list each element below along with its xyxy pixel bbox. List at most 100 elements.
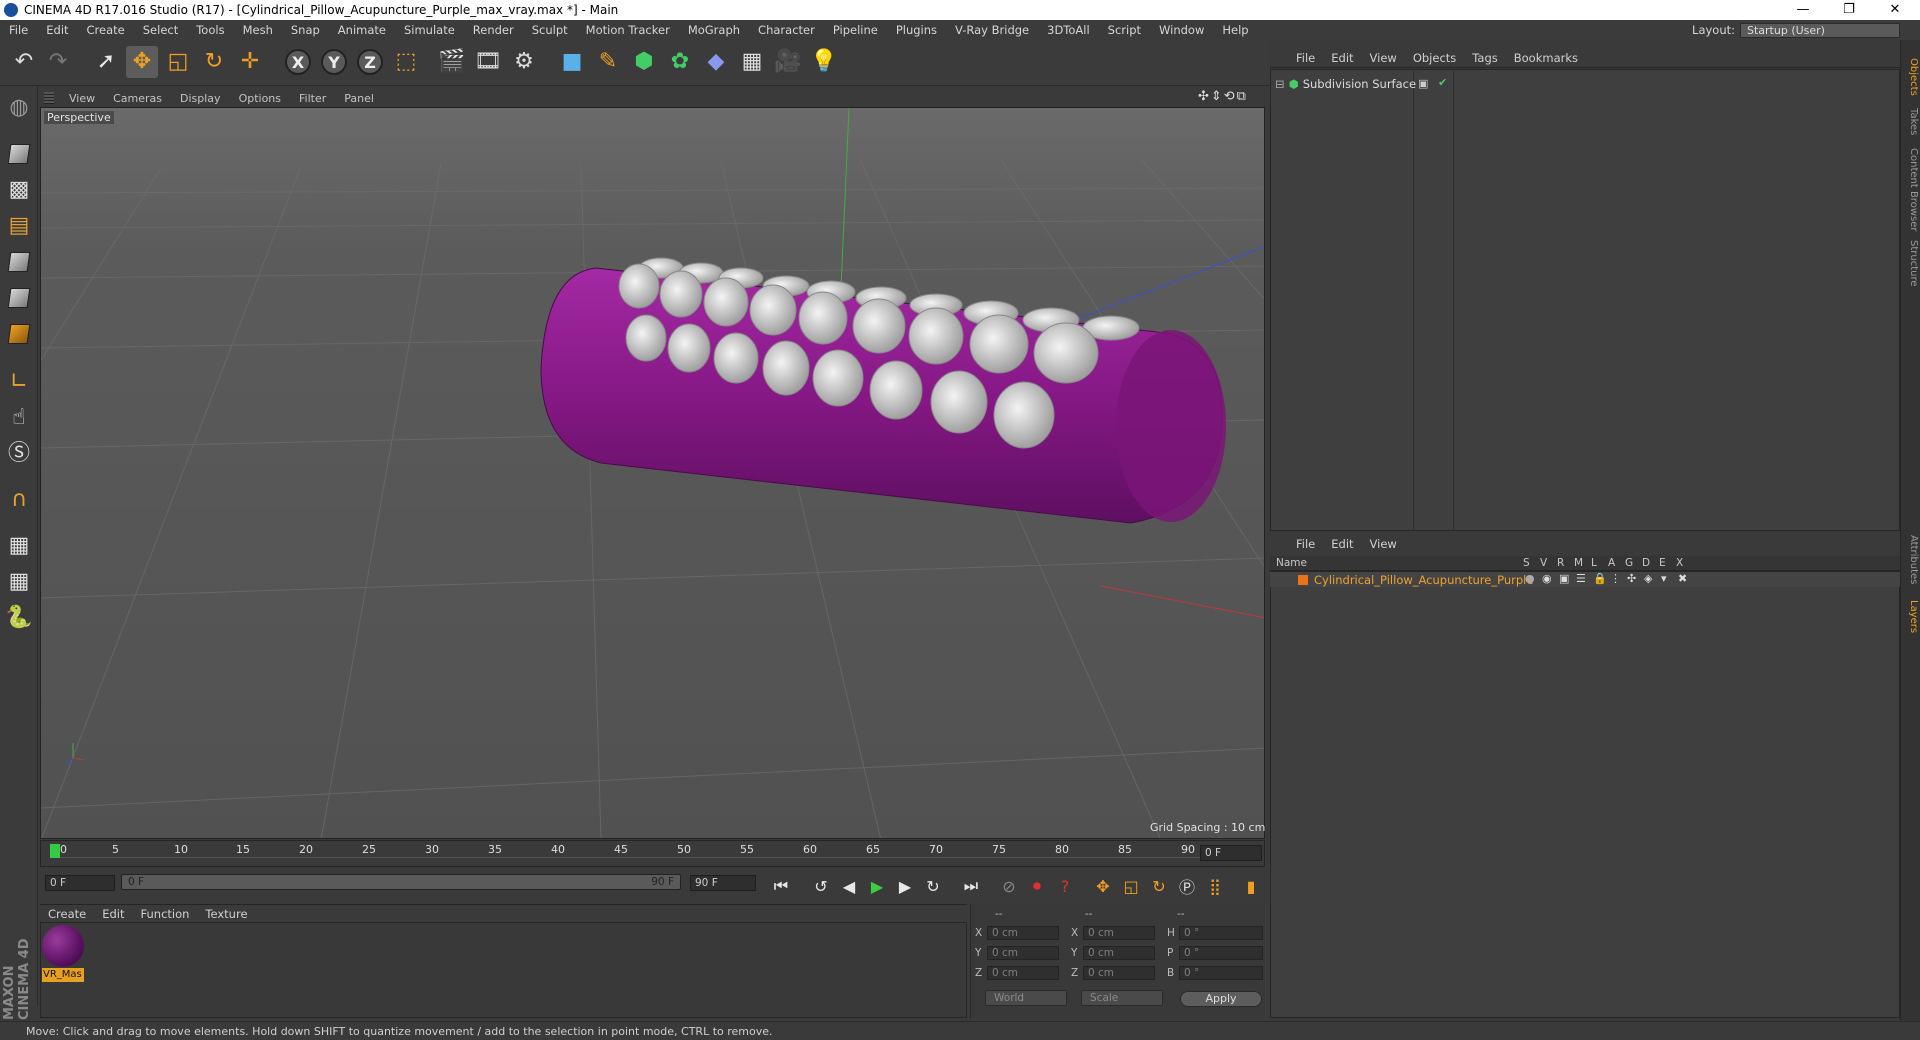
make-editable-button[interactable]: ◍ bbox=[3, 92, 35, 124]
workplane-mode-button[interactable]: ▤ bbox=[3, 210, 35, 242]
layout-select[interactable]: Startup (User) bbox=[1740, 23, 1900, 38]
menu-select[interactable]: Select bbox=[134, 23, 187, 37]
column-view[interactable]: V bbox=[1540, 557, 1547, 569]
render-picture-viewer-button[interactable]: 🎞 bbox=[472, 46, 504, 78]
render-toggle-icon[interactable]: ▣ bbox=[1559, 572, 1569, 585]
max-frame-field[interactable]: 90 F bbox=[690, 875, 756, 891]
coordinate-mode-dropdown[interactable]: Scale bbox=[1081, 990, 1163, 1006]
y-axis-lock-button[interactable]: Y bbox=[318, 46, 350, 78]
edges-mode-button[interactable] bbox=[3, 282, 35, 314]
menu-vray-bridge[interactable]: V-Ray Bridge bbox=[946, 23, 1038, 37]
objects-menu-file[interactable]: File bbox=[1270, 51, 1323, 65]
tab-structure[interactable]: Structure bbox=[1903, 240, 1919, 287]
column-solo[interactable]: S bbox=[1523, 557, 1530, 569]
add-nurbs-button[interactable]: ⬢ bbox=[628, 46, 660, 78]
go-to-start-button[interactable]: ⏮ bbox=[768, 873, 794, 899]
x-axis-lock-button[interactable]: X bbox=[282, 46, 314, 78]
minimize-button[interactable]: — bbox=[1780, 0, 1826, 20]
position-x-field[interactable]: 0 cm bbox=[987, 926, 1059, 940]
menu-help[interactable]: Help bbox=[1213, 23, 1257, 37]
model-mode-button[interactable] bbox=[3, 138, 35, 170]
enabled-check-icon[interactable]: ✔ bbox=[1438, 76, 1447, 89]
menu-character[interactable]: Character bbox=[749, 23, 824, 37]
previous-key-button[interactable]: ↺ bbox=[808, 873, 834, 899]
viewport-menu-options[interactable]: Options bbox=[230, 92, 290, 105]
menu-mograph[interactable]: MoGraph bbox=[679, 23, 749, 37]
objects-menu-bookmarks[interactable]: Bookmarks bbox=[1506, 51, 1586, 65]
tab-takes[interactable]: Takes bbox=[1903, 108, 1919, 135]
key-parameter-button[interactable]: Ⓟ bbox=[1174, 873, 1200, 899]
layers-menu-file[interactable]: File bbox=[1270, 537, 1323, 551]
rotate-tool-button[interactable]: ↻ bbox=[198, 46, 230, 78]
add-camera-button[interactable]: 🎥 bbox=[772, 46, 804, 78]
maximize-button[interactable]: ❐ bbox=[1826, 0, 1872, 20]
rotation-h-field[interactable]: 0 ° bbox=[1179, 926, 1263, 940]
rotation-b-field[interactable]: 0 ° bbox=[1179, 966, 1263, 980]
menu-motion-tracker[interactable]: Motion Tracker bbox=[577, 23, 679, 37]
size-y-field[interactable]: 0 cm bbox=[1083, 946, 1155, 960]
visibility-toggle-icon[interactable]: ▣ bbox=[1418, 77, 1428, 90]
viewport-menu-filter[interactable]: Filter bbox=[290, 92, 335, 105]
menu-simulate[interactable]: Simulate bbox=[395, 23, 464, 37]
animation-toggle-icon[interactable]: ⋮ bbox=[1610, 572, 1621, 585]
add-cube-button[interactable]: ■ bbox=[556, 46, 588, 78]
material-swatch[interactable] bbox=[42, 925, 84, 967]
layer-name[interactable]: Cylindrical_Pillow_Acupuncture_Purple bbox=[1314, 573, 1533, 587]
z-axis-lock-button[interactable]: Z bbox=[354, 46, 386, 78]
snap-button[interactable]: Ⓢ bbox=[3, 438, 35, 470]
material-menu-create[interactable]: Create bbox=[40, 907, 94, 921]
menu-sculpt[interactable]: Sculpt bbox=[523, 23, 577, 37]
key-scale-button[interactable]: ◱ bbox=[1118, 873, 1144, 899]
magnet-tool-button[interactable]: ∩ bbox=[3, 484, 35, 516]
add-light-button[interactable]: 💡 bbox=[808, 46, 840, 78]
position-y-field[interactable]: 0 cm bbox=[987, 946, 1059, 960]
menu-file[interactable]: File bbox=[0, 23, 37, 37]
current-frame-field[interactable]: 0 F bbox=[45, 875, 115, 891]
coordinate-system-button[interactable]: ⬚ bbox=[390, 46, 422, 78]
menu-snap[interactable]: Snap bbox=[282, 23, 329, 37]
frame-range-slider[interactable]: 0 F 90 F bbox=[121, 874, 681, 890]
move-tool-button[interactable]: ✥ bbox=[126, 46, 158, 78]
column-render[interactable]: R bbox=[1557, 557, 1564, 569]
add-deformer-button[interactable]: ◆ bbox=[700, 46, 732, 78]
material-menu-function[interactable]: Function bbox=[133, 907, 198, 921]
menu-mesh[interactable]: Mesh bbox=[234, 23, 282, 37]
menu-create[interactable]: Create bbox=[78, 23, 134, 37]
object-name[interactable]: Subdivision Surface bbox=[1303, 77, 1416, 91]
menu-render[interactable]: Render bbox=[464, 23, 523, 37]
material-menu-edit[interactable]: Edit bbox=[94, 907, 132, 921]
3d-viewport[interactable] bbox=[40, 107, 1265, 839]
next-key-button[interactable]: ↻ bbox=[920, 873, 946, 899]
column-name[interactable]: Name bbox=[1276, 557, 1307, 569]
menu-edit[interactable]: Edit bbox=[37, 23, 77, 37]
apply-button[interactable]: Apply bbox=[1180, 991, 1262, 1007]
close-button[interactable]: ✕ bbox=[1872, 0, 1918, 20]
menu-script[interactable]: Script bbox=[1099, 23, 1150, 37]
menu-3dtoall[interactable]: 3DToAll bbox=[1038, 23, 1099, 37]
expand-toggle-icon[interactable]: ⊟ bbox=[1275, 77, 1285, 91]
render-settings-button[interactable]: ⚙ bbox=[508, 46, 540, 78]
column-xrefs[interactable]: X bbox=[1676, 557, 1683, 569]
python-button[interactable]: 🐍 bbox=[3, 602, 35, 634]
scale-tool-button[interactable]: ◱ bbox=[162, 46, 194, 78]
lock-toggle-icon[interactable]: 🔒 bbox=[1593, 572, 1607, 585]
objects-menu-objects[interactable]: Objects bbox=[1405, 51, 1464, 65]
objects-menu-view[interactable]: View bbox=[1362, 51, 1405, 65]
column-animation[interactable]: A bbox=[1608, 557, 1615, 569]
tweak-mode-button[interactable]: ☝ bbox=[3, 402, 35, 434]
redo-button[interactable]: ↷ bbox=[42, 46, 74, 78]
solo-toggle-icon[interactable]: ● bbox=[1525, 572, 1535, 585]
column-deformers[interactable]: D bbox=[1642, 557, 1650, 569]
view-toggle-icon[interactable]: ◉ bbox=[1542, 572, 1552, 585]
column-generators[interactable]: G bbox=[1625, 557, 1633, 569]
viewport-menu-panel[interactable]: Panel bbox=[335, 92, 383, 105]
column-manager[interactable]: M bbox=[1574, 557, 1583, 569]
material-menu-texture[interactable]: Texture bbox=[197, 907, 255, 921]
points-mode-button[interactable] bbox=[3, 246, 35, 278]
polygons-mode-button[interactable] bbox=[3, 318, 35, 350]
timeline-layout-button[interactable]: ▮ bbox=[1238, 873, 1264, 899]
texture-mode-button[interactable]: ▩ bbox=[3, 174, 35, 206]
playhead[interactable] bbox=[50, 844, 60, 858]
menu-plugins[interactable]: Plugins bbox=[887, 23, 946, 37]
column-locked[interactable]: L bbox=[1591, 557, 1597, 569]
